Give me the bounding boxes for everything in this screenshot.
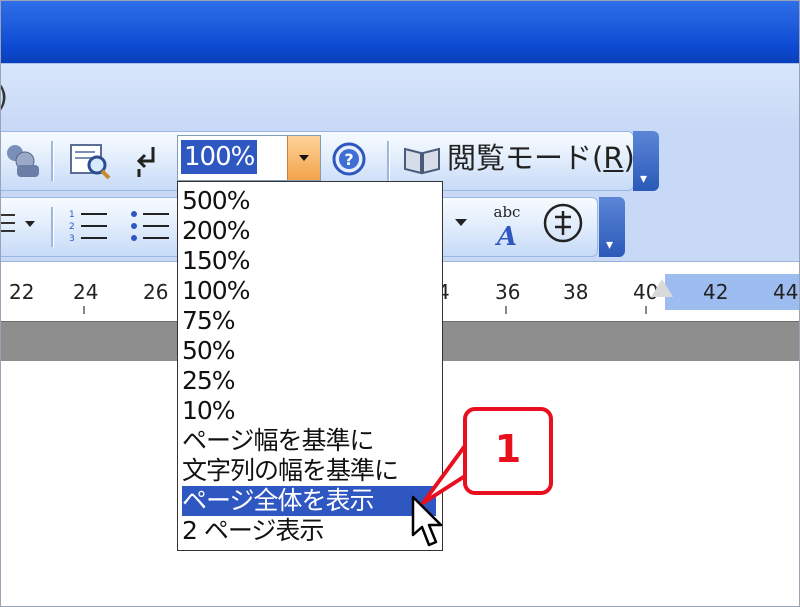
toolbar-options-button-2[interactable]: ▾ [599,197,625,257]
ruler-label: 22 [9,280,35,304]
reading-mode-label: 閲覧モード( [447,141,604,175]
zoom-option[interactable]: 200% [182,216,436,246]
indent-marker[interactable] [651,279,673,297]
step-callout: 1 [463,407,553,495]
zoom-option[interactable]: 500% [182,186,436,216]
toolbar-separator [387,141,390,181]
chevron-down-icon: ▾ [606,237,614,253]
svg-text:2: 2 [69,222,75,232]
step-number: 1 [494,427,522,471]
people-icon[interactable] [3,141,43,181]
zoom-dropdown-list: 500% 200% 150% 100% 75% 50% 25% 10% ページ幅… [177,181,443,551]
list-dropdown-icon[interactable] [1,207,41,241]
zoom-option[interactable]: 100% [182,276,436,306]
book-icon[interactable] [403,145,441,175]
zoom-option[interactable]: 25% [182,366,436,396]
toolbar-separator [51,141,54,181]
reading-mode-label-end: ) [623,141,635,175]
print-preview-icon[interactable] [67,141,113,181]
ruler-label: 36 [495,280,521,304]
bullet-list-icon[interactable] [129,205,173,245]
ruler-label: 38 [563,280,589,304]
svg-text:3: 3 [69,234,75,244]
zoom-option[interactable]: 文字列の幅を基準に [182,456,436,486]
ruler-label: 42 [703,280,729,304]
menu-fragment[interactable]: ) [1,80,8,113]
svg-text:A: A [494,222,517,249]
enclosed-character-icon[interactable] [541,201,585,245]
menu-bar: ) [1,63,799,126]
ruler-label: 44 [773,280,799,304]
chevron-down-icon: ▾ [640,171,648,187]
chevron-down-icon [299,155,309,161]
reading-mode-hotkey: R [603,141,624,175]
arrow-icon[interactable] [133,143,163,179]
numbered-list-icon[interactable]: 1 2 3 [67,205,111,245]
zoom-option[interactable]: 50% [182,336,436,366]
reading-mode-button[interactable]: 閲覧モード(R) [447,141,635,175]
zoom-option[interactable]: 75% [182,306,436,336]
dropdown-icon[interactable] [453,215,469,229]
mouse-cursor-icon [411,495,443,547]
zoom-option[interactable]: 150% [182,246,436,276]
window-frame: ) ▾ ▾ 100% ? 閲覧モード(R [0,0,800,607]
ruler-tick [83,306,85,314]
zoom-combobox[interactable]: 100% [177,135,321,181]
zoom-option[interactable]: ページ幅を基準に [182,426,436,456]
help-icon[interactable]: ? [331,141,367,177]
svg-text:?: ? [344,150,353,169]
ruler-label: 24 [73,280,99,304]
ruler-tick [645,306,647,314]
svg-text:abc: abc [494,203,521,221]
zoom-option[interactable]: 10% [182,396,436,426]
zoom-option-selected[interactable]: ページ全体を表示 [182,486,436,516]
ruler-label: 26 [143,280,169,304]
title-bar [1,1,799,63]
svg-text:1: 1 [69,210,75,220]
phonetic-guide-icon[interactable]: abc A [485,201,529,249]
toolbar-options-button[interactable]: ▾ [633,131,659,191]
zoom-dropdown-button[interactable] [287,136,320,180]
zoom-value[interactable]: 100% [181,140,258,174]
zoom-option[interactable]: 2 ページ表示 [182,516,436,546]
toolbar-separator [51,207,54,247]
ruler-tick [505,306,507,314]
